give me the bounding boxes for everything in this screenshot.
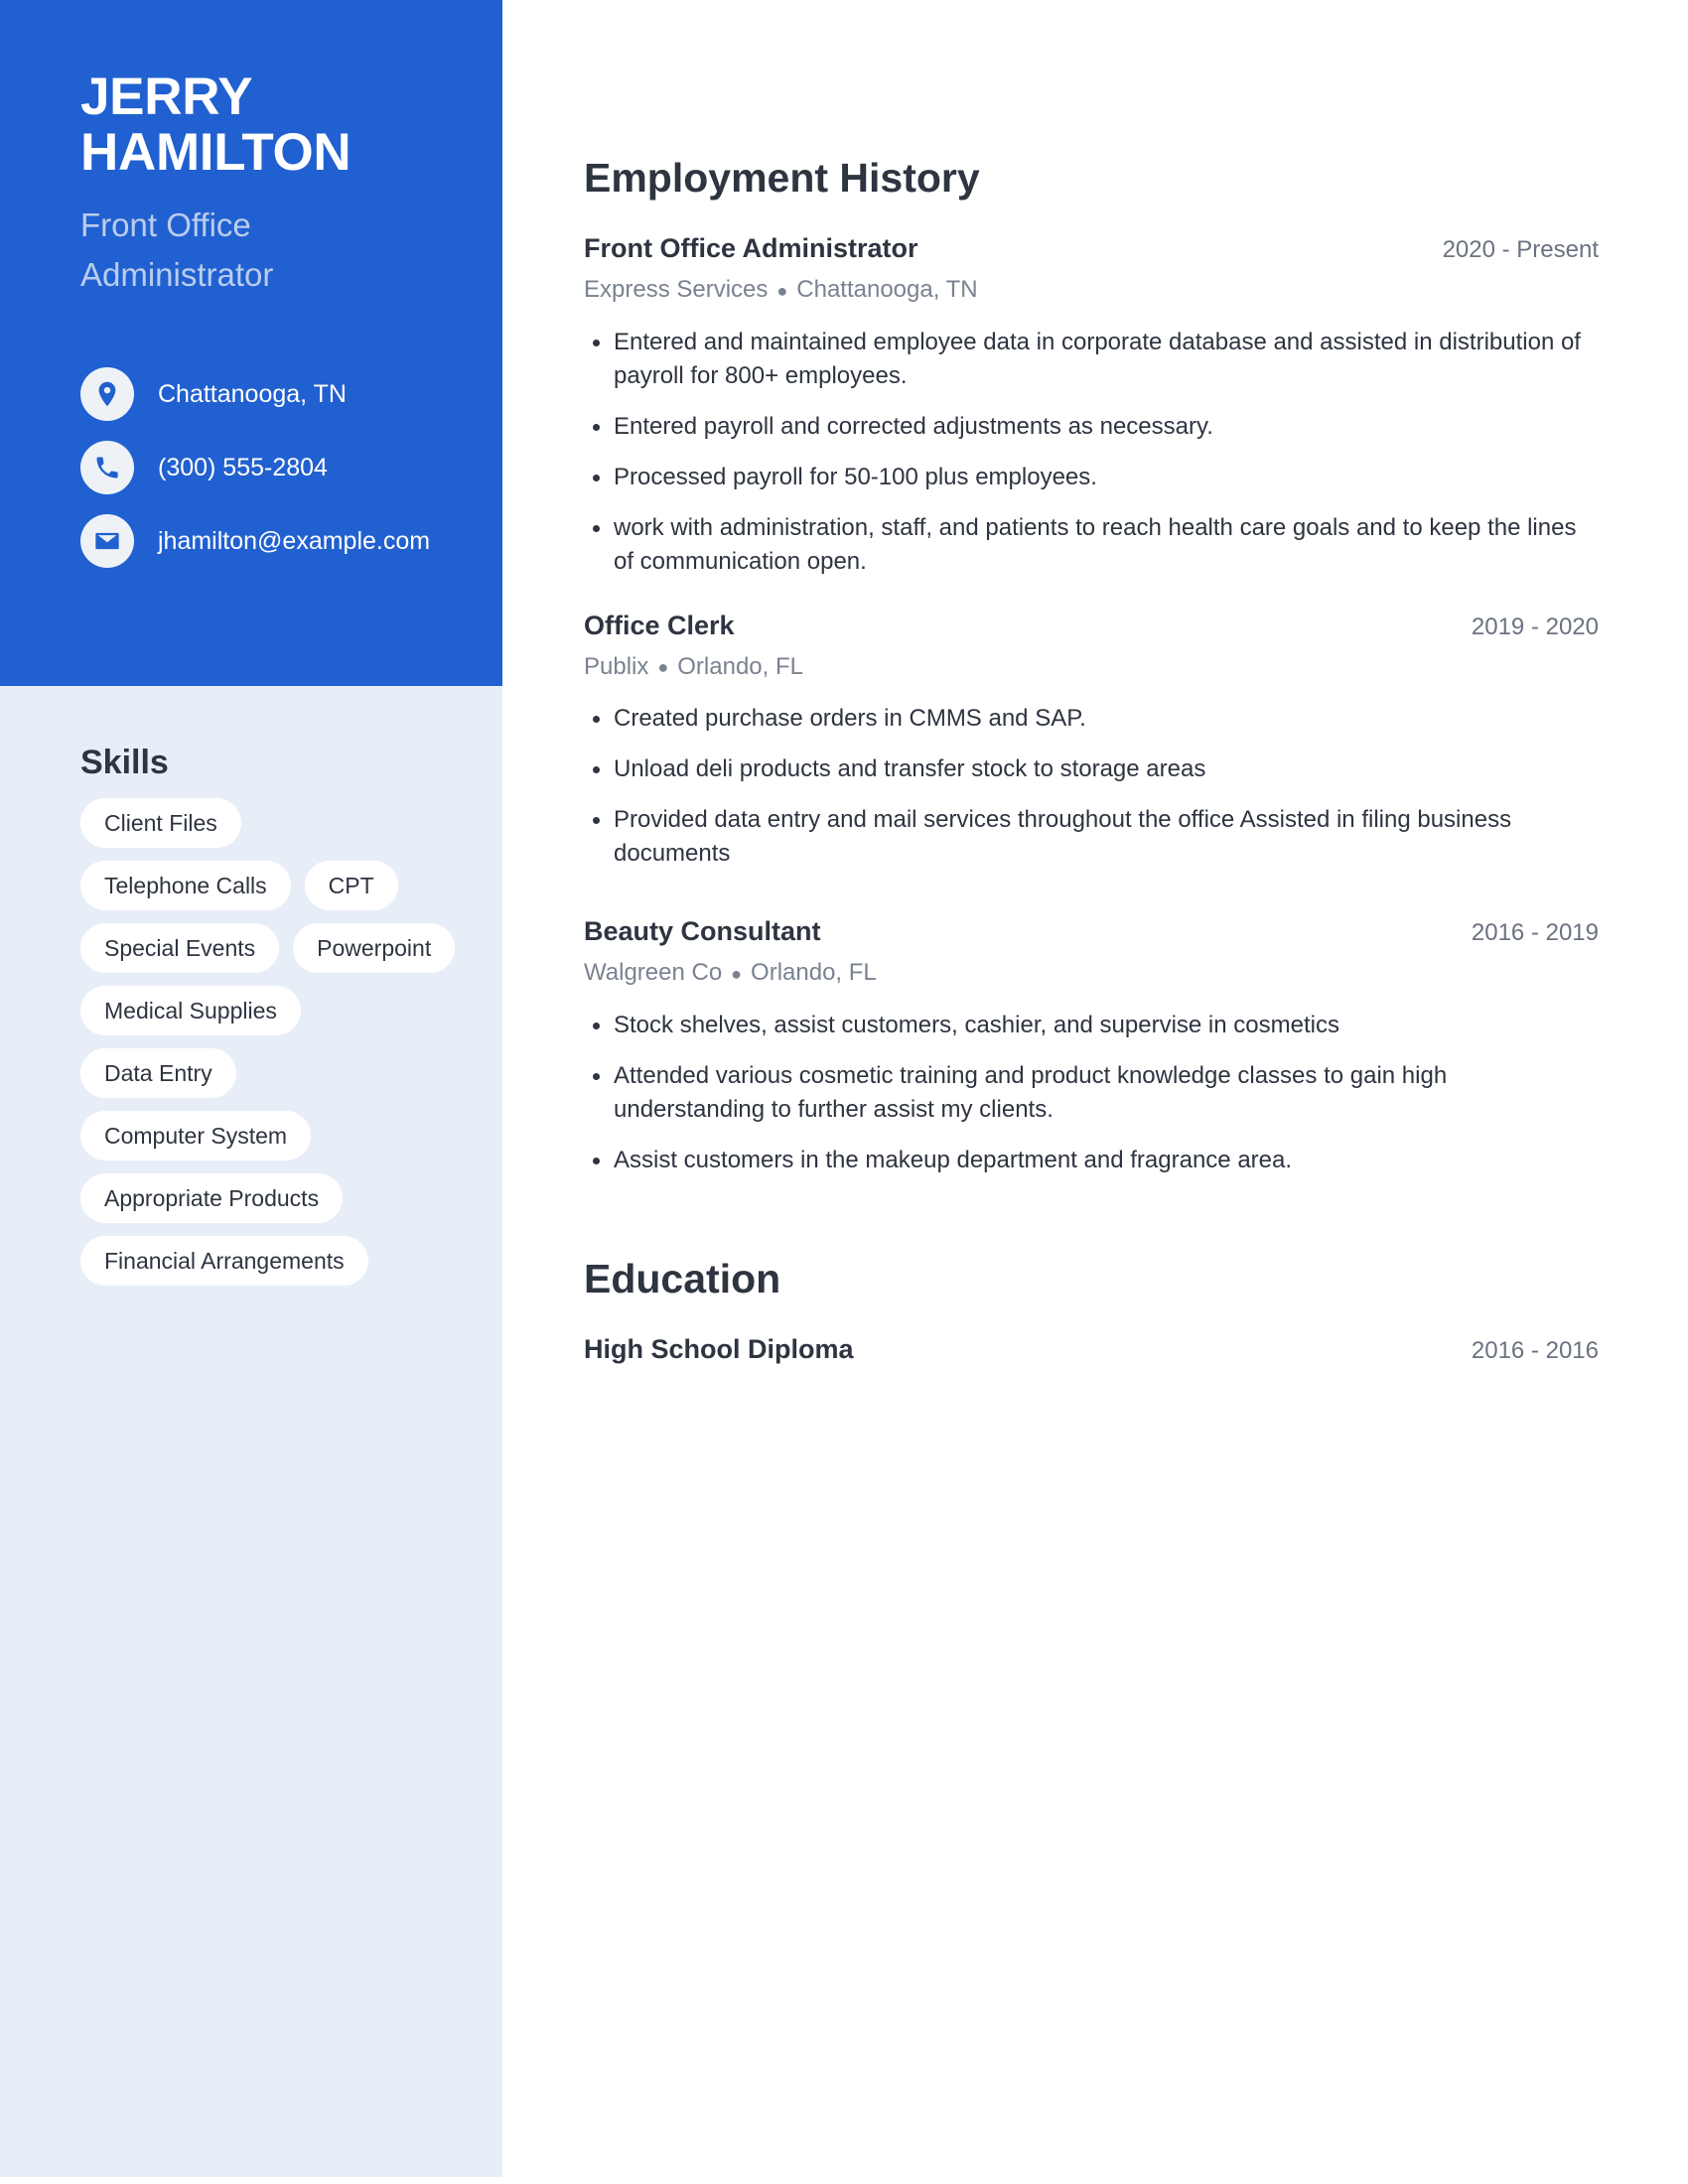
employment-company-location: Walgreen Co ● Orlando, FL <box>584 956 1599 991</box>
contact-email-text: jhamilton@example.com <box>158 526 431 555</box>
employment-entry-header: Beauty Consultant 2016 - 2019 <box>584 914 1599 950</box>
separator-dot-icon: ● <box>657 657 669 678</box>
education-heading: Education <box>584 1255 781 1301</box>
employment-location: Orlando, FL <box>677 652 803 680</box>
employment-entry-header: Front Office Administrator 2020 - Presen… <box>584 231 1599 267</box>
employment-company: Express Services <box>584 276 769 303</box>
employment-entry-header: Office Clerk 2019 - 2020 <box>584 609 1599 644</box>
employment-bullet: Created purchase orders in CMMS and SAP. <box>584 702 1599 736</box>
skills-section: Skills Client Files Telephone Calls CPT … <box>80 743 458 1286</box>
skill-pill: Data Entry <box>80 1048 236 1098</box>
resume-page: JERRY HAMILTON Front Office Administrato… <box>0 0 1688 2184</box>
email-icon <box>80 514 134 568</box>
phone-icon <box>80 441 134 494</box>
employment-bullet: Attended various cosmetic training and p… <box>584 1059 1599 1127</box>
contact-phone-text: (300) 555-2804 <box>158 453 328 481</box>
employment-entry: Beauty Consultant 2016 - 2019 Walgreen C… <box>584 914 1599 1177</box>
contact-item-email: jhamilton@example.com <box>80 504 497 578</box>
employment-entry: Office Clerk 2019 - 2020 Publix ● Orlando,… <box>584 609 1599 872</box>
first-name: JERRY <box>80 68 253 126</box>
skills-pill-list: Client Files Telephone Calls CPT Special… <box>80 798 458 1286</box>
education-entry: High School Diploma 2016 - 2016 <box>584 1332 1599 1368</box>
employment-bullet: Unload deli products and transfer stock … <box>584 752 1599 786</box>
education-dates: 2016 - 2016 <box>1471 1336 1599 1364</box>
education-degree: High School Diploma <box>584 1333 854 1364</box>
contact-location-text: Chattanooga, TN <box>158 379 347 408</box>
job-title-line-1: Front Office <box>80 206 251 243</box>
skill-pill: Special Events <box>80 923 280 973</box>
skill-pill: Client Files <box>80 798 241 848</box>
employment-location: Orlando, FL <box>751 959 877 987</box>
employment-bullet-list: Created purchase orders in CMMS and SAP.… <box>584 702 1599 871</box>
employment-bullet: Stock shelves, assist customers, cashier… <box>584 1009 1599 1042</box>
education-entry-header: High School Diploma 2016 - 2016 <box>584 1332 1599 1368</box>
employment-dates: 2016 - 2019 <box>1471 919 1599 947</box>
contact-list: Chattanooga, TN (300) 555-2804 jhamilton… <box>80 357 497 578</box>
employment-bullet-list: Stock shelves, assist customers, cashier… <box>584 1009 1599 1177</box>
contact-item-phone: (300) 555-2804 <box>80 431 497 504</box>
employment-history-heading: Employment History <box>584 155 980 201</box>
employment-company-location: Publix ● Orlando, FL <box>584 650 1599 685</box>
employment-company: Walgreen Co <box>584 959 723 987</box>
sidebar: JERRY HAMILTON Front Office Administrato… <box>0 0 502 2177</box>
candidate-job-title: Front Office Administrator <box>80 201 478 300</box>
skill-pill: Appropriate Products <box>80 1173 344 1223</box>
last-name: HAMILTON <box>80 123 352 182</box>
skills-heading: Skills <box>80 744 169 781</box>
employment-company-location: Express Services ● Chattanooga, TN <box>584 273 1599 308</box>
separator-dot-icon: ● <box>776 280 788 301</box>
employment-role: Office Clerk <box>584 610 735 640</box>
skill-pill: Computer System <box>80 1111 312 1160</box>
employment-company: Publix <box>584 652 649 680</box>
employment-bullet: Processed payroll for 50-100 plus employ… <box>584 461 1599 494</box>
employment-bullet: Provided data entry and mail services th… <box>584 803 1599 871</box>
skill-pill: Powerpoint <box>293 923 456 973</box>
skill-pill: CPT <box>304 861 398 910</box>
skill-pill: Medical Supplies <box>80 986 301 1035</box>
employment-bullet-list: Entered and maintained employee data in … <box>584 326 1599 579</box>
employment-bullet: Assist customers in the makeup departmen… <box>584 1144 1599 1177</box>
candidate-name: JERRY HAMILTON <box>80 69 478 181</box>
employment-location: Chattanooga, TN <box>796 276 978 303</box>
employment-bullet: Entered payroll and corrected adjustment… <box>584 410 1599 444</box>
location-pin-icon <box>80 367 134 421</box>
skill-pill: Telephone Calls <box>80 861 291 910</box>
main-content: Employment History Front Office Administ… <box>584 0 1599 1368</box>
employment-bullet: work with administration, staff, and pat… <box>584 511 1599 579</box>
employment-dates: 2019 - 2020 <box>1471 613 1599 640</box>
separator-dot-icon: ● <box>731 963 743 984</box>
employment-dates: 2020 - Present <box>1442 236 1599 263</box>
employment-role: Front Office Administrator <box>584 233 918 263</box>
contact-item-location: Chattanooga, TN <box>80 357 497 431</box>
employment-role: Beauty Consultant <box>584 916 821 947</box>
job-title-line-2: Administrator <box>80 256 274 293</box>
skill-pill: Financial Arrangements <box>80 1236 368 1286</box>
employment-entry: Front Office Administrator 2020 - Presen… <box>584 231 1599 579</box>
employment-bullet: Entered and maintained employee data in … <box>584 326 1599 393</box>
